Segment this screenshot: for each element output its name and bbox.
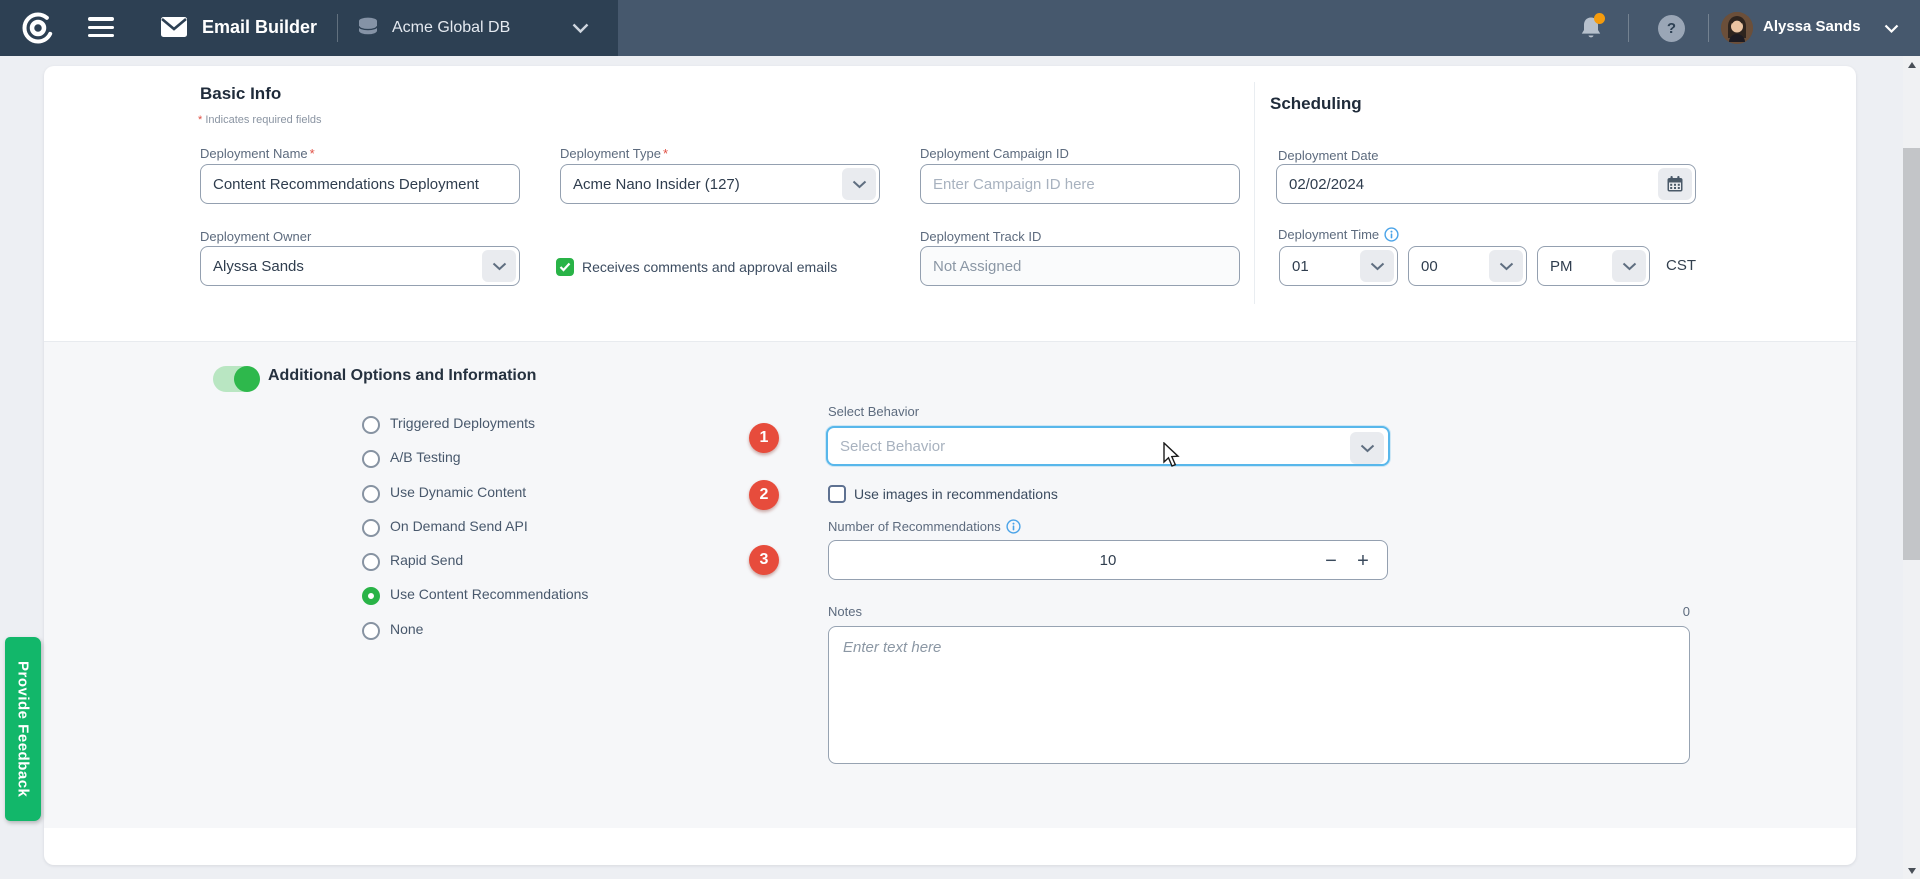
- radio-on-demand-send-api[interactable]: [362, 519, 380, 537]
- additional-options-toggle[interactable]: [213, 366, 259, 392]
- deployment-campaign-id-label: Deployment Campaign ID: [920, 146, 1069, 161]
- chevron-down-icon: [1360, 250, 1394, 282]
- user-menu-chevron-down-icon[interactable]: [1884, 24, 1899, 34]
- chevron-down-icon: [1350, 432, 1384, 464]
- deployment-type-label: Deployment Type*: [560, 146, 668, 161]
- receives-comments-label: Receives comments and approval emails: [582, 259, 837, 275]
- deployment-track-id-label: Deployment Track ID: [920, 229, 1041, 244]
- avatar-image: [1721, 12, 1753, 44]
- deployment-time-hour-select[interactable]: 01: [1279, 246, 1398, 286]
- annotation-badge-2: 2: [749, 480, 779, 510]
- annotation-badge-1: 1: [749, 423, 779, 453]
- scroll-up-button[interactable]: [1903, 56, 1920, 73]
- section-vertical-divider: [1254, 82, 1255, 304]
- app-title: Email Builder: [202, 17, 317, 38]
- timezone-label: CST: [1666, 257, 1696, 274]
- radio-rapid-send[interactable]: [362, 553, 380, 571]
- radio-label: Rapid Send: [390, 552, 463, 568]
- database-icon: [356, 14, 380, 42]
- use-images-label: Use images in recommendations: [854, 486, 1058, 502]
- email-builder-product: Email Builder: [160, 16, 317, 38]
- database-name: Acme Global DB: [392, 19, 510, 37]
- navbar-divider: [337, 14, 338, 42]
- deployment-campaign-id-input[interactable]: [920, 164, 1240, 204]
- database-selector[interactable]: Acme Global DB: [356, 14, 604, 42]
- envelope-icon: [160, 16, 188, 38]
- scroll-down-button[interactable]: [1903, 862, 1920, 879]
- toggle-knob: [234, 366, 260, 392]
- deployment-name-input[interactable]: [200, 164, 520, 204]
- navbar-divider: [1708, 14, 1709, 42]
- radio-label: A/B Testing: [390, 449, 461, 465]
- hamburger-menu-button[interactable]: [88, 15, 114, 40]
- chevron-down-icon: [1489, 250, 1523, 282]
- help-icon: ?: [1658, 15, 1685, 42]
- user-avatar[interactable]: [1721, 12, 1753, 44]
- select-behavior-label: Select Behavior: [828, 404, 919, 419]
- decrement-button[interactable]: −: [1317, 541, 1345, 581]
- radio-triggered-deployments[interactable]: [362, 416, 380, 434]
- recommendations-count-value: 10: [841, 552, 1375, 569]
- radio-label: Use Content Recommendations: [390, 586, 588, 602]
- deployment-date-label: Deployment Date: [1278, 148, 1378, 163]
- help-button[interactable]: ?: [1658, 15, 1685, 42]
- notification-badge-dot: [1594, 13, 1605, 24]
- required-fields-note: * Indicates required fields: [198, 114, 322, 126]
- info-icon: [1384, 227, 1399, 242]
- chevron-down-icon: [842, 168, 876, 200]
- radio-label: On Demand Send API: [390, 518, 528, 534]
- notes-textarea[interactable]: [828, 626, 1690, 764]
- deployment-time-meridiem-select[interactable]: PM: [1537, 246, 1650, 286]
- navbar-divider: [1628, 14, 1629, 42]
- deployment-owner-label: Deployment Owner: [200, 229, 311, 244]
- database-chevron-down-icon[interactable]: [572, 23, 589, 34]
- annotation-badge-3: 3: [749, 545, 779, 575]
- radio-label: None: [390, 621, 423, 637]
- use-images-checkbox[interactable]: [828, 485, 846, 503]
- increment-button[interactable]: +: [1349, 541, 1377, 581]
- radio-ab-testing[interactable]: [362, 450, 380, 468]
- vertical-scrollbar[interactable]: [1903, 56, 1920, 879]
- deployment-owner-select[interactable]: Alyssa Sands: [200, 246, 520, 286]
- radio-use-dynamic-content[interactable]: [362, 485, 380, 503]
- calendar-icon: [1658, 168, 1692, 200]
- radio-label: Use Dynamic Content: [390, 484, 526, 500]
- number-of-recommendations-label: Number of Recommendations: [828, 519, 1021, 534]
- additional-options-heading: Additional Options and Information: [268, 367, 536, 385]
- basic-info-heading: Basic Info: [200, 84, 281, 104]
- deployment-track-id-input[interactable]: [920, 246, 1240, 286]
- feedback-tab-label: Provide Feedback: [15, 661, 32, 797]
- deployment-time-minute-select[interactable]: 00: [1408, 246, 1527, 286]
- chevron-down-icon: [482, 250, 516, 282]
- scrollbar-thumb[interactable]: [1903, 148, 1920, 560]
- radio-label: Triggered Deployments: [390, 415, 535, 431]
- top-navbar: Email Builder Acme Global DB: [0, 0, 1920, 56]
- radio-none[interactable]: [362, 622, 380, 640]
- notes-char-count: 0: [828, 604, 1690, 619]
- deployment-time-label: Deployment Time: [1278, 227, 1399, 242]
- deployment-date-input[interactable]: 02/02/2024: [1276, 164, 1696, 204]
- provide-feedback-tab[interactable]: Provide Feedback: [5, 637, 41, 821]
- notification-bell-icon: [1578, 15, 1604, 41]
- chevron-down-icon: [1612, 250, 1646, 282]
- deployment-name-label: Deployment Name*: [200, 146, 315, 161]
- notifications-button[interactable]: [1578, 15, 1604, 41]
- triangle-down-icon: [1908, 868, 1916, 874]
- scheduling-heading: Scheduling: [1270, 94, 1362, 114]
- number-of-recommendations-stepper: 10 − +: [828, 540, 1388, 580]
- app-logo[interactable]: [20, 10, 56, 51]
- user-name: Alyssa Sands: [1763, 18, 1861, 35]
- select-behavior-dropdown[interactable]: Select Behavior: [826, 426, 1390, 466]
- bullseye-logo-icon: [20, 10, 56, 51]
- info-icon: [1006, 519, 1021, 534]
- triangle-up-icon: [1908, 62, 1916, 68]
- radio-use-content-recommendations[interactable]: [362, 587, 380, 605]
- deployment-type-select[interactable]: Acme Nano Insider (127): [560, 164, 880, 204]
- receives-comments-checkbox[interactable]: [556, 258, 574, 276]
- email-builder-page: Email Builder Acme Global DB: [0, 0, 1920, 879]
